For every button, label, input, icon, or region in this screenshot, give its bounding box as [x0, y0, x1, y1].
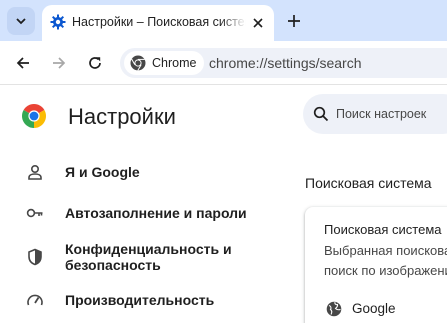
- shield-icon: [28, 248, 42, 266]
- address-bar[interactable]: Chrome chrome://settings/search: [120, 48, 447, 78]
- page-title: Настройки: [68, 104, 176, 129]
- person-icon: [28, 164, 42, 180]
- site-info-chip[interactable]: Chrome: [124, 51, 205, 75]
- search-placeholder: Поиск настроек: [336, 107, 427, 121]
- sidebar-item-you-and-google[interactable]: Я и Google: [0, 162, 280, 182]
- new-tab-button[interactable]: [282, 9, 306, 33]
- search-engine-name[interactable]: Google: [352, 301, 396, 316]
- key-icon: [26, 208, 43, 218]
- back-button[interactable]: [11, 51, 35, 75]
- card-description-line1: Выбранная поисковая: [324, 243, 447, 258]
- tab-close-button[interactable]: [249, 14, 267, 32]
- tab-strip: Настройки – Поисковая система: [0, 0, 447, 41]
- sidebar-item-label: Производительность: [65, 292, 215, 308]
- sidebar-item-performance[interactable]: Производительность: [0, 290, 280, 310]
- sidebar-item-label-line2: безопасность: [65, 257, 161, 273]
- close-icon: [253, 18, 263, 28]
- settings-search-input[interactable]: Поиск настроек: [303, 94, 447, 134]
- active-tab[interactable]: Настройки – Поисковая система: [42, 5, 274, 41]
- chevron-down-icon: [16, 18, 26, 25]
- reload-icon: [89, 57, 101, 69]
- tab-search-button[interactable]: [7, 7, 35, 35]
- plus-icon: [288, 15, 300, 27]
- tab-title: Настройки – Поисковая система: [72, 15, 246, 29]
- search-icon: [313, 106, 329, 122]
- reload-button[interactable]: [83, 51, 107, 75]
- card-description: Выбранная поисковая поиск по изображени: [324, 241, 447, 281]
- toolbar: Chrome chrome://settings/search: [0, 41, 447, 85]
- globe-icon: [326, 301, 342, 317]
- chrome-logo-icon: [130, 55, 146, 71]
- arrow-right-icon: [53, 57, 66, 69]
- section-title: Поисковая система: [305, 175, 432, 191]
- chip-label: Chrome: [152, 56, 197, 70]
- sidebar-item-privacy[interactable]: Конфиденциальность и безопасность: [0, 240, 280, 274]
- sidebar-item-label: Конфиденциальность и: [65, 241, 232, 257]
- arrow-left-icon: [16, 57, 29, 69]
- chrome-logo-icon: [22, 104, 46, 128]
- settings-gear-icon: [50, 14, 66, 30]
- forward-button[interactable]: [47, 51, 71, 75]
- speedometer-icon: [27, 294, 43, 306]
- card-description-line2: поиск по изображени: [324, 263, 447, 278]
- url-text[interactable]: chrome://settings/search: [209, 55, 362, 71]
- sidebar-item-label: Я и Google: [65, 164, 140, 180]
- search-engine-card: Поисковая система Выбранная поисковая по…: [305, 207, 447, 323]
- sidebar-item-autofill[interactable]: Автозаполнение и пароли: [0, 203, 280, 223]
- sidebar-item-label: Автозаполнение и пароли: [65, 205, 247, 221]
- card-title: Поисковая система: [324, 222, 442, 237]
